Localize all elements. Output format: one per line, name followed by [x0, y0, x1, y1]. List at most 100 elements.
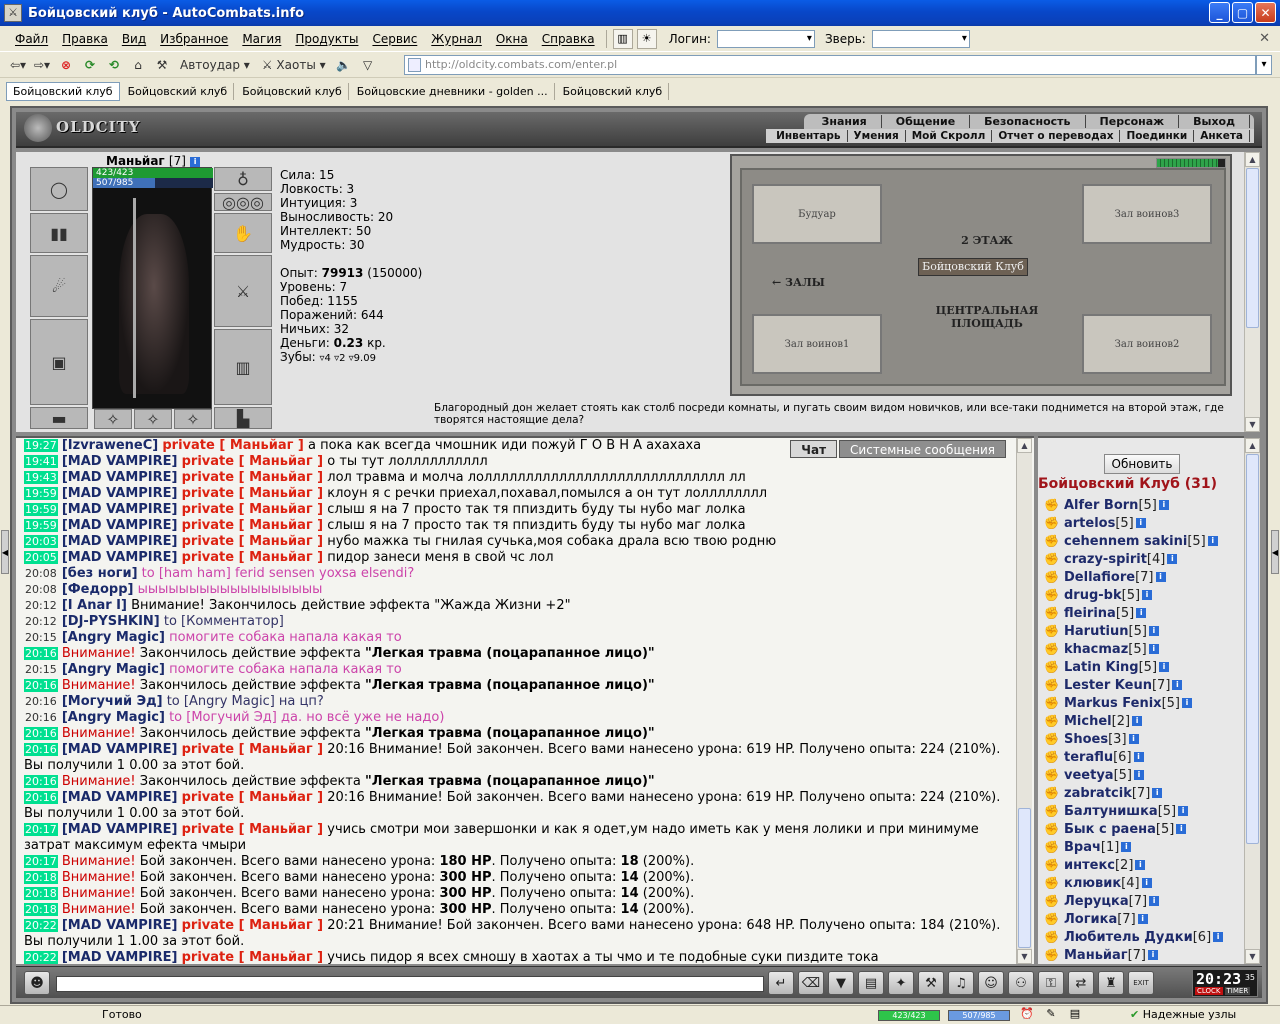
user-row[interactable]: ✊ khacmaz [5] i — [1038, 640, 1244, 658]
user-row[interactable]: ✊ zabratcik [7] i — [1038, 784, 1244, 802]
autoudar-button[interactable]: Автоудар ▾ — [176, 55, 254, 75]
boots-slot[interactable]: ▙ — [214, 407, 272, 429]
clear-icon[interactable]: ⌫ — [798, 971, 824, 995]
fist-icon[interactable]: ✊ — [1038, 624, 1064, 638]
user-row[interactable]: ✊ Логика [7] i — [1038, 910, 1244, 928]
refresh-all-icon[interactable]: ⟲ — [104, 55, 124, 75]
scroll-down-icon[interactable]: ▼ — [1017, 949, 1032, 964]
nav-knowledge[interactable]: Знания — [808, 115, 882, 128]
map-fight-club[interactable]: Бойцовский Клуб — [918, 258, 1028, 276]
tools-icon[interactable]: ⚒ — [152, 55, 172, 75]
user-name[interactable]: клювик — [1064, 876, 1121, 891]
message-time[interactable]: 20:16 — [24, 679, 58, 692]
message-nick[interactable]: [MAD VAMPIRE] — [62, 534, 178, 549]
chat-input[interactable] — [56, 976, 764, 992]
beast-combo[interactable] — [871, 29, 970, 48]
info-icon[interactable]: i — [1159, 662, 1170, 672]
user-row[interactable]: ✊ Dellafiore [7] i — [1038, 568, 1244, 586]
message-time[interactable]: 20:22 — [24, 951, 58, 964]
user-name[interactable]: Бык с раена — [1064, 822, 1156, 837]
nav-skills[interactable]: Умения — [848, 130, 906, 142]
private-marker[interactable]: private [ Маньйаг ] — [182, 486, 324, 501]
private-marker[interactable]: private [ Маньйаг ] — [182, 454, 324, 469]
message-nick[interactable]: [MAD VAMPIRE] — [62, 486, 178, 501]
message-time[interactable]: 20:22 — [24, 919, 58, 932]
info-icon[interactable]: i — [1128, 734, 1139, 744]
info-icon[interactable]: i — [1155, 572, 1166, 582]
refresh-button[interactable]: Обновить — [1104, 454, 1180, 474]
weapon-slot[interactable]: ☄ — [30, 255, 88, 317]
user-name[interactable]: teraflu — [1064, 750, 1113, 765]
message-nick[interactable]: [DJ-PYSHKIN] — [62, 614, 160, 629]
user-row[interactable]: ✊ veetya [5] i — [1038, 766, 1244, 784]
message-time[interactable]: 20:18 — [24, 887, 58, 900]
chat-tab[interactable]: Чат — [790, 440, 838, 458]
private-marker[interactable]: private [ Маньйаг ] — [182, 534, 324, 549]
message-time[interactable]: 20:16 — [24, 647, 58, 660]
info-icon[interactable]: i — [1137, 914, 1148, 924]
user-name[interactable]: Lester Keun — [1064, 678, 1152, 693]
info-icon[interactable]: i — [1133, 752, 1144, 762]
user-name[interactable]: Маньйаг — [1064, 948, 1128, 963]
message-nick[interactable]: [без ноги] — [62, 566, 138, 581]
private-marker[interactable]: private [ Маньйаг ] — [182, 502, 324, 517]
belt-slot[interactable]: ▬ — [30, 407, 88, 429]
user-name[interactable]: Michel — [1064, 714, 1112, 729]
fist-icon[interactable]: ✊ — [1038, 732, 1064, 746]
fist-icon[interactable]: ✊ — [1038, 570, 1064, 584]
user-name[interactable]: Alfer Born — [1064, 498, 1138, 513]
nav-duels[interactable]: Поединки — [1120, 130, 1195, 142]
info-icon[interactable]: i — [1167, 554, 1178, 564]
message-time[interactable]: 20:16 — [24, 791, 58, 804]
filter-icon[interactable]: ▼ — [828, 971, 854, 995]
private-marker[interactable]: private [ Маньйаг ] — [182, 950, 324, 964]
message-nick[interactable]: [MAD VAMPIRE] — [62, 918, 178, 933]
user-row[interactable]: ✊ Harutiun [5] i — [1038, 622, 1244, 640]
user-row[interactable]: ✊ artelos [5] i — [1038, 514, 1244, 532]
close-button[interactable]: ✕ — [1255, 2, 1276, 23]
message-time[interactable]: 19:59 — [24, 503, 58, 516]
menu-edit[interactable]: Правка — [55, 32, 115, 46]
fist-icon[interactable]: ✊ — [1038, 822, 1064, 836]
info-icon[interactable]: i — [1213, 932, 1224, 942]
info-icon[interactable]: i — [1181, 698, 1192, 708]
sound-icon[interactable]: 🔈 — [334, 55, 354, 75]
fist-icon[interactable]: ✊ — [1038, 714, 1064, 728]
user-name[interactable]: cehennem sakini — [1064, 534, 1187, 549]
message-time[interactable]: 20:17 — [24, 855, 58, 868]
fighter-icon[interactable]: ✦ — [888, 971, 914, 995]
exit-icon[interactable]: EXIT — [1128, 971, 1154, 995]
message-time[interactable]: 20:16 — [24, 775, 58, 788]
fist-icon[interactable]: ✊ — [1038, 858, 1064, 872]
tab-5[interactable]: Бойцовский клуб — [557, 82, 670, 100]
nav-security[interactable]: Безопасность — [970, 115, 1086, 128]
map-hall3[interactable]: Зал воинов3 — [1082, 184, 1212, 244]
filter-icon[interactable]: ▽ — [358, 55, 378, 75]
info-icon[interactable]: i — [1148, 626, 1159, 636]
user-row[interactable]: ✊ Леруцка [7] i — [1038, 892, 1244, 910]
tab-3[interactable]: Бойцовский клуб — [236, 82, 349, 100]
user-row[interactable]: ✊ Michel [2] i — [1038, 712, 1244, 730]
tab-2[interactable]: Бойцовский клуб — [122, 82, 235, 100]
scroll-down-icon[interactable]: ▼ — [1245, 949, 1260, 964]
message-nick[interactable]: [MAD VAMPIRE] — [62, 742, 178, 757]
haoty-button[interactable]: ⚔ Хаоты ▾ — [258, 55, 330, 75]
private-marker[interactable]: private [ Маньйаг ] — [182, 822, 324, 837]
nav-transfer-report[interactable]: Отчет о переводах — [992, 130, 1121, 142]
fist-icon[interactable]: ✊ — [1038, 498, 1064, 512]
bracers-slot[interactable]: ▮▮ — [30, 213, 88, 253]
private-marker[interactable]: private [ Маньйаг ] — [162, 438, 304, 453]
message-nick[interactable]: [MAD VAMPIRE] — [62, 550, 178, 565]
user-name[interactable]: Harutiun — [1064, 624, 1129, 639]
message-time[interactable]: 20:05 — [24, 551, 58, 564]
info-icon[interactable]: i — [190, 156, 201, 167]
swap-icon[interactable]: ⇄ — [1068, 971, 1094, 995]
message-time[interactable]: 20:17 — [24, 823, 58, 836]
info-icon[interactable]: i — [1141, 878, 1152, 888]
map-hall1[interactable]: Зал воинов1 — [752, 314, 882, 374]
user-name[interactable]: Леруцка — [1064, 894, 1129, 909]
fist-icon[interactable]: ✊ — [1038, 642, 1064, 656]
message-time[interactable]: 20:18 — [24, 903, 58, 916]
nav-my-scroll[interactable]: Мой Скролл — [906, 130, 993, 142]
info-icon[interactable]: i — [1172, 680, 1183, 690]
